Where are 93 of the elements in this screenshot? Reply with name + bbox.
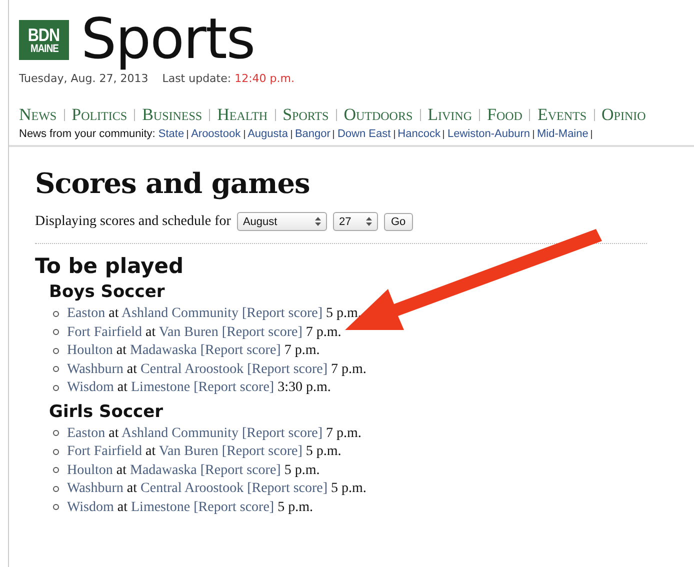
logo[interactable]: BDN MAINE	[19, 20, 69, 60]
bullet-icon	[53, 448, 59, 455]
go-button[interactable]: Go	[384, 212, 413, 230]
nav-link[interactable]: Politics	[72, 105, 128, 125]
bullet-icon	[53, 329, 59, 336]
last-update: Last update: 12:40 p.m.	[162, 72, 294, 85]
bullet-icon	[53, 348, 59, 354]
team-link[interactable]: Houlton	[67, 462, 113, 478]
team-link[interactable]: Wisdom	[67, 380, 114, 395]
group-heading: Boys Soccer	[49, 282, 166, 302]
nav-link[interactable]: Events	[537, 105, 587, 125]
game-time: 7 p.m.	[331, 362, 366, 376]
nav-link[interactable]: Food	[487, 105, 522, 125]
community-link[interactable]: Bangor	[294, 128, 330, 140]
section-heading: To be played	[35, 254, 185, 278]
team-link[interactable]: Van Buren	[158, 324, 218, 340]
connector: at	[116, 343, 126, 358]
bullet-icon	[53, 504, 59, 510]
nav-link[interactable]: Opinio	[602, 105, 646, 125]
report-score-link[interactable]: [Report score]	[194, 500, 274, 514]
game-time: 7 p.m.	[306, 324, 342, 340]
team-link[interactable]: Fort Fairfield	[67, 444, 142, 459]
game-time: 5 p.m.	[284, 462, 320, 478]
team-link[interactable]: Limestone	[131, 500, 190, 514]
team-link[interactable]: Washburn	[67, 481, 124, 496]
report-score-link[interactable]: [Report score]	[247, 362, 328, 376]
team-link[interactable]: Easton	[67, 426, 106, 440]
connector: at	[126, 481, 138, 496]
report-score-link[interactable]: [Report score]	[200, 462, 281, 478]
team-link[interactable]: Central Aroostook	[140, 362, 244, 376]
game-time: 3:30 p.m.	[278, 380, 331, 395]
team-link[interactable]: Wisdom	[67, 500, 114, 514]
community-label: News from your community:	[19, 128, 156, 140]
day-select[interactable]: 27	[332, 212, 378, 231]
bullet-icon	[53, 467, 59, 474]
connector: at	[146, 324, 156, 340]
team-link[interactable]: Easton	[67, 306, 106, 321]
team-link[interactable]: Van Buren	[158, 444, 218, 459]
community-link[interactable]: Augusta	[248, 128, 288, 140]
updown-icon	[314, 217, 321, 226]
nav-link[interactable]: Business	[142, 105, 202, 125]
page-title: Scores and games	[35, 167, 311, 200]
game-time: 7 p.m.	[326, 426, 362, 440]
nav-link[interactable]: Living	[428, 105, 472, 125]
team-link[interactable]: Central Aroostook	[140, 481, 244, 496]
community-link[interactable]: Hancock	[398, 128, 440, 140]
team-link[interactable]: Washburn	[67, 362, 124, 376]
report-score-link[interactable]: [Report score]	[222, 444, 302, 459]
connector: at	[126, 362, 138, 376]
team-link[interactable]: Fort Fairfield	[67, 324, 142, 340]
game-time: 7 p.m.	[284, 343, 320, 358]
bullet-icon	[53, 384, 59, 391]
connector: at	[108, 306, 119, 321]
game-time: 5 p.m.	[278, 500, 313, 514]
team-link[interactable]: Ashland Community	[121, 306, 239, 321]
nav-link[interactable]: Outdoors	[344, 105, 413, 125]
connector: at	[146, 444, 156, 459]
report-score-link[interactable]: [Report score]	[242, 306, 322, 321]
game-time: 5 p.m.	[331, 481, 366, 496]
nav-link[interactable]: Sports	[282, 105, 329, 125]
report-score-link[interactable]: [Report score]	[247, 481, 328, 496]
connector: at	[117, 380, 128, 395]
month-select[interactable]: August	[236, 212, 327, 231]
nav-link[interactable]: Health	[217, 105, 268, 125]
bullet-icon	[53, 366, 59, 372]
team-link[interactable]: Houlton	[67, 343, 113, 358]
nav-link[interactable]: News	[19, 105, 57, 125]
report-score-link[interactable]: [Report score]	[222, 324, 302, 340]
connector: at	[108, 426, 119, 440]
updown-icon	[366, 217, 372, 226]
community-link[interactable]: Down East	[337, 128, 391, 140]
connector: at	[116, 462, 126, 478]
game-time: 5 p.m.	[306, 444, 342, 459]
community-link[interactable]: Mid-Maine	[537, 128, 588, 140]
date: Tuesday, Aug. 27, 2013	[19, 72, 148, 85]
bullet-icon	[53, 486, 59, 492]
filter-label: Displaying scores and schedule for	[35, 214, 231, 230]
team-link[interactable]: Madawaska	[130, 343, 197, 358]
bullet-icon	[53, 430, 59, 436]
community-link[interactable]: Aroostook	[191, 128, 241, 140]
community-link[interactable]: Lewiston-Auburn	[447, 128, 530, 140]
community-link[interactable]: State	[158, 128, 184, 140]
team-link[interactable]: Ashland Community	[121, 426, 239, 440]
team-link[interactable]: Limestone	[131, 380, 190, 395]
connector: at	[117, 500, 128, 514]
team-link[interactable]: Madawaska	[130, 462, 197, 478]
group-heading: Girls Soccer	[49, 402, 164, 422]
report-score-link[interactable]: [Report score]	[194, 380, 274, 395]
game-time: 5 p.m.	[326, 306, 362, 321]
section-title: Sports	[81, 12, 255, 68]
bullet-icon	[53, 310, 59, 317]
report-score-link[interactable]: [Report score]	[200, 343, 281, 358]
report-score-link[interactable]: [Report score]	[242, 426, 322, 440]
